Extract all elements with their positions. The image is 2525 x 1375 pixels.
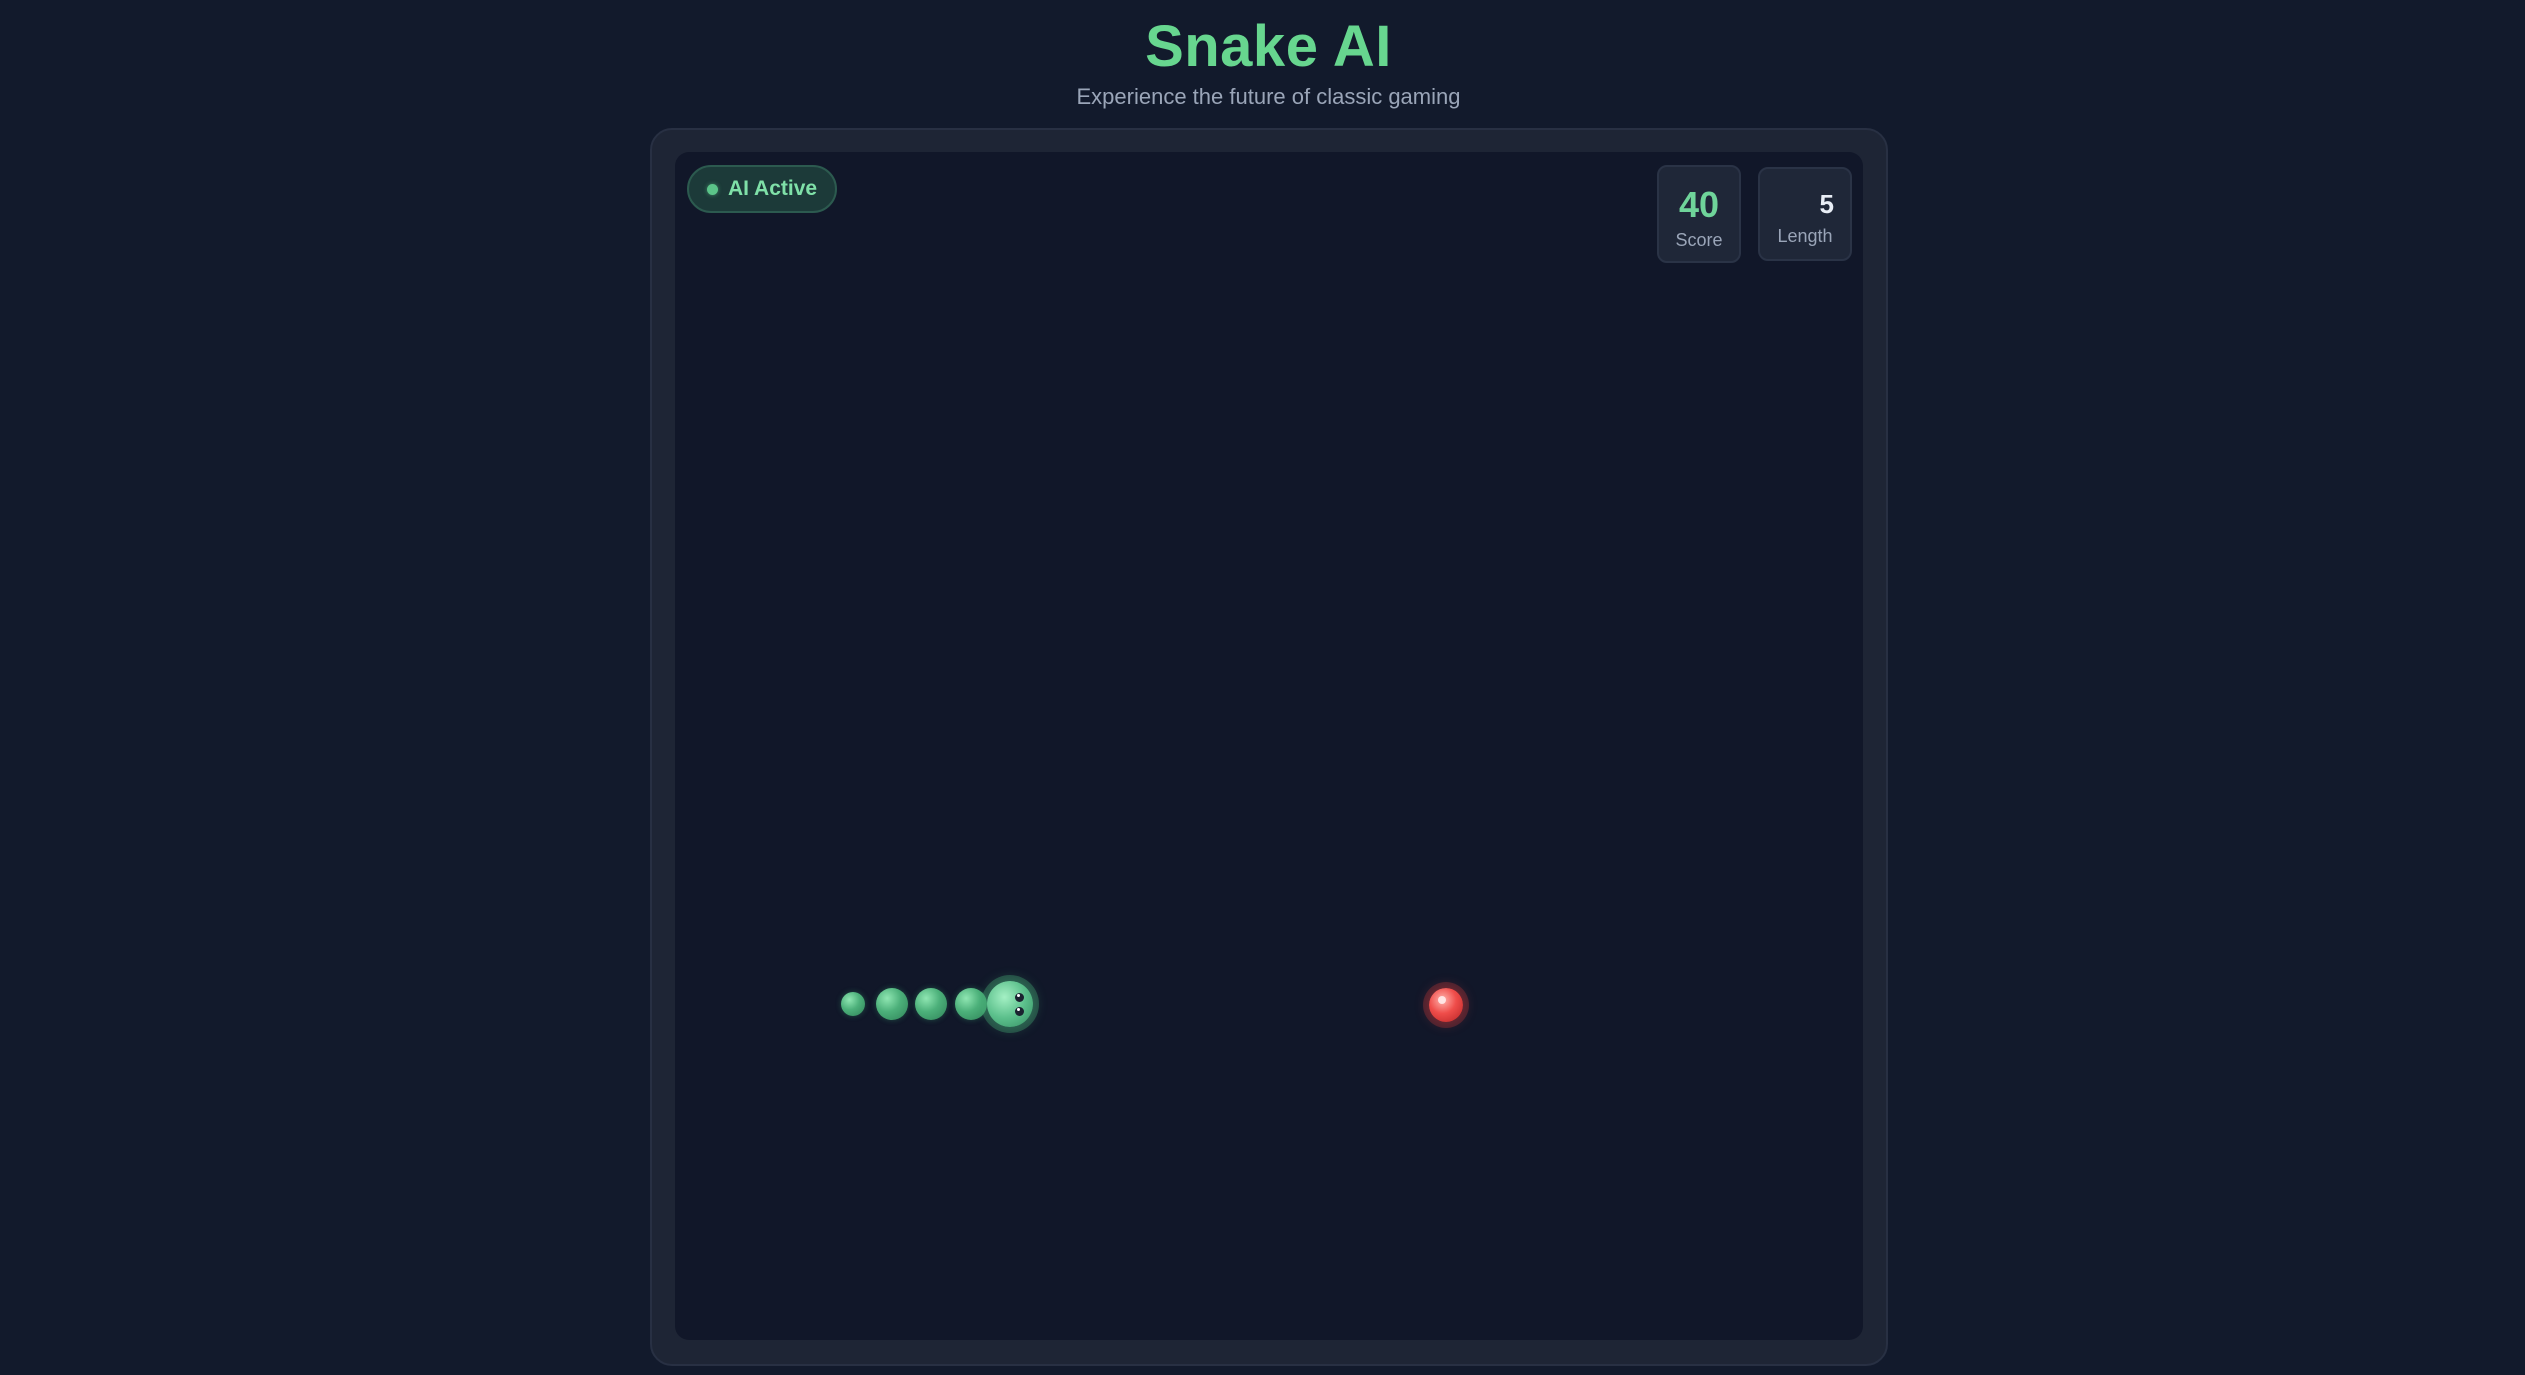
status-dot-icon xyxy=(707,183,718,195)
score-card: 40 Score xyxy=(1657,165,1741,263)
ai-status-badge[interactable]: AI Active xyxy=(687,165,838,213)
page-subtitle: Experience the future of classic gaming xyxy=(1076,84,1461,109)
snake-body-segment xyxy=(915,988,947,1020)
length-value: 5 xyxy=(1819,189,1834,219)
ai-status-label: AI Active xyxy=(728,177,818,200)
length-card: 5 Length xyxy=(1758,167,1852,261)
score-value: 40 xyxy=(1678,184,1720,225)
game-board[interactable]: AI Active 40 Score 5 Length xyxy=(675,152,1863,1340)
page-title: Snake AI xyxy=(1145,14,1392,79)
snake-tail-segment xyxy=(841,992,865,1016)
length-label: Length xyxy=(1777,226,1833,246)
score-label: Score xyxy=(1675,230,1723,250)
snake-body-segment xyxy=(955,988,987,1020)
snake-head xyxy=(987,981,1033,1027)
snake-eye-icon xyxy=(1015,1007,1024,1016)
food-icon xyxy=(1429,988,1463,1022)
snake-body-segment xyxy=(876,988,908,1020)
snake-eye-icon xyxy=(1015,993,1024,1002)
